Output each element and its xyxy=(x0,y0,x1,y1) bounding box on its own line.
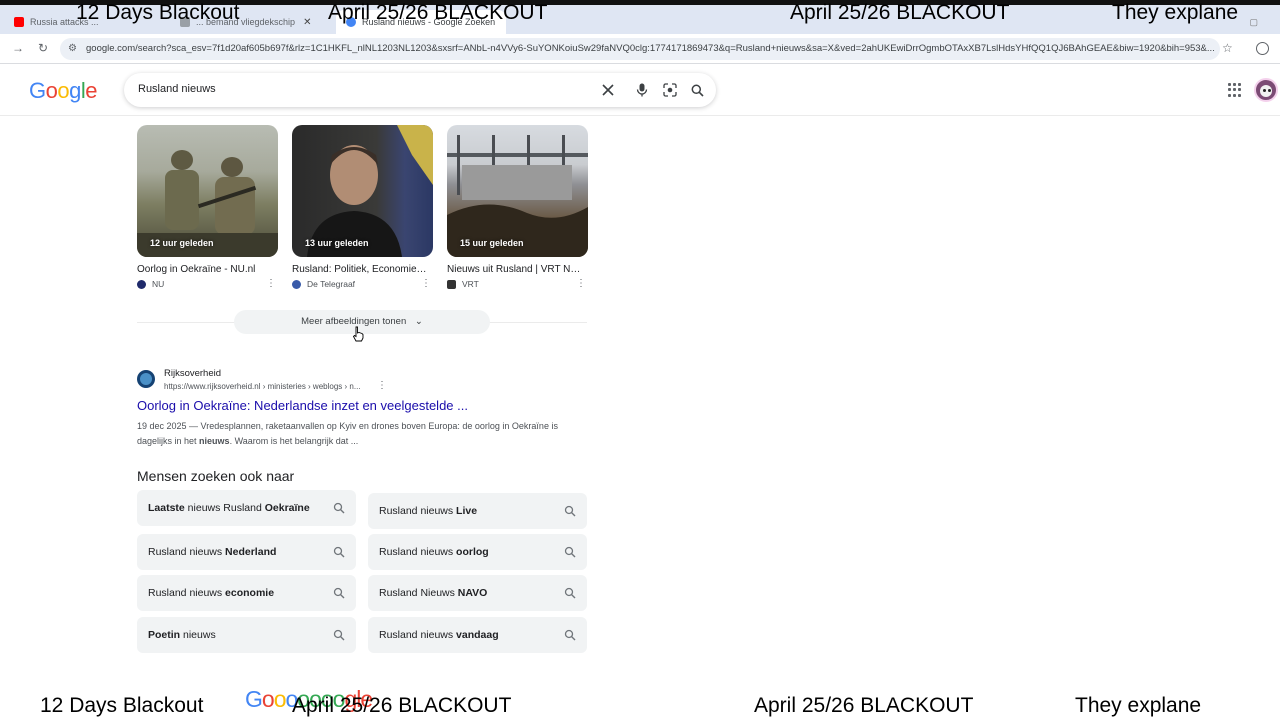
result-site-name: Rijksoverheid xyxy=(164,368,222,379)
overlay-caption-top: April 25/26 BLACKOUT xyxy=(328,1,548,24)
image-card-source[interactable]: NU xyxy=(137,279,278,289)
related-search-chip[interactable]: Rusland nieuws oorlog xyxy=(368,534,587,570)
chevron-down-icon: ⌄ xyxy=(414,316,423,327)
url-text: google.com/search?sca_esv=7f1d20af605b69… xyxy=(86,43,1215,54)
image-card-source[interactable]: VRT xyxy=(447,279,588,289)
site-info-icon[interactable]: ⚙ xyxy=(68,38,77,60)
google-header: Google Rusland nieuws xyxy=(0,65,1280,116)
google-logo[interactable]: Google xyxy=(29,78,98,104)
result-url: https://www.rijksoverheid.nl › ministeri… xyxy=(164,382,361,391)
related-search-chip[interactable]: Rusland nieuws vandaag xyxy=(368,617,587,653)
people-also-search-title: Mensen zoeken ook naar xyxy=(137,468,295,484)
related-search-chip[interactable]: Rusland nieuws economie xyxy=(137,575,356,611)
search-input[interactable]: Rusland nieuws xyxy=(138,83,216,95)
more-options-icon[interactable]: ⋮ xyxy=(266,278,276,289)
search-icon xyxy=(564,546,576,558)
image-age-label: 12 uur geleden xyxy=(150,238,214,248)
browser-profile-icon[interactable] xyxy=(1256,42,1269,55)
portrait-photo[interactable]: 13 uur geleden xyxy=(292,125,433,257)
browser-toolbar: → ↻ ⚙ google.com/search?sca_esv=7f1d20af… xyxy=(0,34,1280,64)
close-tab-icon[interactable]: ✕ xyxy=(303,17,311,28)
search-icon xyxy=(333,546,345,558)
google-lens-icon[interactable] xyxy=(660,80,680,100)
more-options-icon[interactable]: ⋮ xyxy=(421,278,431,289)
account-avatar[interactable] xyxy=(1254,78,1278,102)
damaged-wall-photo[interactable]: 15 uur geleden xyxy=(447,125,588,257)
image-card-title[interactable]: Nieuws uit Rusland | VRT NWS... xyxy=(447,264,582,275)
overlay-caption-top: They explane xyxy=(1112,1,1239,24)
search-icon xyxy=(564,505,576,517)
source-logo-icon xyxy=(292,279,301,289)
image-age-label: 15 uur geleden xyxy=(460,238,524,248)
search-icon xyxy=(564,629,576,641)
overlay-caption-bottom: April 25/26 BLACKOUT xyxy=(754,694,974,717)
search-icon xyxy=(333,629,345,641)
related-search-chip[interactable]: Rusland nieuws Nederland xyxy=(137,534,356,570)
image-card-source[interactable]: De Telegraaf xyxy=(292,279,433,289)
search-result: Rijksoverheid https://www.rijksoverheid.… xyxy=(137,367,587,448)
overlay-caption-top: 12 Days Blackout xyxy=(76,1,240,24)
forward-icon[interactable]: → xyxy=(12,41,24,55)
clear-icon[interactable] xyxy=(598,80,618,100)
more-options-icon[interactable]: ⋮ xyxy=(377,380,387,391)
search-icon[interactable] xyxy=(687,80,707,100)
search-icon xyxy=(333,587,345,599)
image-card[interactable]: 13 uur geleden Rusland: Politiek, Econom… xyxy=(292,125,433,289)
microphone-icon[interactable] xyxy=(632,80,652,100)
restore-window-icon[interactable]: ▢ xyxy=(1249,17,1258,28)
related-search-chip[interactable]: Poetin nieuws xyxy=(137,617,356,653)
google-apps-icon[interactable] xyxy=(1228,83,1242,97)
related-search-chip[interactable]: Rusland Nieuws NAVO xyxy=(368,575,587,611)
rijksoverheid-logo-icon xyxy=(137,370,155,388)
more-options-icon[interactable]: ⋮ xyxy=(576,278,586,289)
result-site-row[interactable]: Rijksoverheid https://www.rijksoverheid.… xyxy=(137,367,587,395)
image-results: 12 uur geleden Oorlog in Oekraïne - NU.n… xyxy=(137,125,588,295)
search-icon xyxy=(564,587,576,599)
related-search-chip[interactable]: Laatste nieuws Rusland Oekraïne xyxy=(137,490,356,526)
image-card[interactable]: 12 uur geleden Oorlog in Oekraïne - NU.n… xyxy=(137,125,278,289)
related-search-chip[interactable]: Rusland nieuws Live xyxy=(368,493,587,529)
hand-cursor-icon xyxy=(352,326,364,342)
result-title-link[interactable]: Oorlog in Oekraïne: Nederlandse inzet en… xyxy=(137,398,587,413)
result-snippet: 19 dec 2025 — Vredesplannen, raketaanval… xyxy=(137,421,558,446)
overlay-caption-bottom: April 25/26 BLACKOUT xyxy=(292,694,512,717)
source-logo-icon xyxy=(447,279,456,289)
overlay-caption-bottom: 12 Days Blackout xyxy=(40,694,204,717)
source-logo-icon xyxy=(137,279,146,289)
youtube-favicon-icon xyxy=(14,17,24,27)
search-icon xyxy=(333,502,345,514)
image-age-label: 13 uur geleden xyxy=(305,238,369,248)
image-card-title[interactable]: Oorlog in Oekraïne - NU.nl xyxy=(137,264,272,275)
image-card-title[interactable]: Rusland: Politiek, Economie e... xyxy=(292,264,427,275)
reload-icon[interactable]: ↻ xyxy=(38,41,48,55)
address-bar[interactable]: ⚙ google.com/search?sca_esv=7f1d20af605b… xyxy=(60,38,1220,60)
search-box[interactable]: Rusland nieuws xyxy=(124,73,716,107)
image-card[interactable]: 15 uur geleden Nieuws uit Rusland | VRT … xyxy=(447,125,588,289)
bookmark-star-icon[interactable]: ☆ xyxy=(1222,41,1233,55)
soldiers-photo[interactable]: 12 uur geleden xyxy=(137,125,278,257)
overlay-caption-top: April 25/26 BLACKOUT xyxy=(790,1,1010,24)
overlay-caption-bottom: They explane xyxy=(1075,694,1202,717)
